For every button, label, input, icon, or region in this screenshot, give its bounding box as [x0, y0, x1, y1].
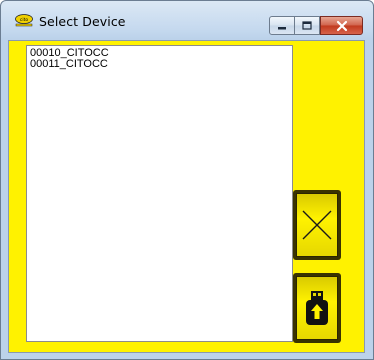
title-bar[interactable]: cito Select Device — [1, 1, 373, 39]
list-item[interactable]: 00011_CITOCC — [30, 59, 289, 70]
close-button[interactable] — [320, 16, 363, 35]
upload-device-button[interactable] — [293, 273, 341, 343]
cancel-button-face — [296, 193, 338, 257]
cancel-button[interactable] — [293, 190, 341, 260]
close-icon — [336, 20, 347, 31]
device-list[interactable]: 00010_CITOCC 00011_CITOCC — [26, 45, 293, 342]
maximize-button[interactable] — [294, 16, 320, 35]
dialog-client-area: 00010_CITOCC 00011_CITOCC — [8, 40, 365, 353]
x-cross-icon — [302, 210, 332, 240]
window-title: Select Device — [39, 14, 126, 29]
app-logo-icon: cito — [15, 14, 33, 27]
minimize-icon — [278, 26, 286, 29]
minimize-button[interactable] — [269, 16, 295, 35]
select-device-window: cito Select Device 00010_CITOCC 00011_CI… — [0, 0, 374, 360]
upload-button-face — [296, 276, 338, 340]
svg-text:cito: cito — [20, 17, 28, 23]
usb-upload-icon — [306, 291, 328, 325]
maximize-icon — [302, 20, 312, 30]
